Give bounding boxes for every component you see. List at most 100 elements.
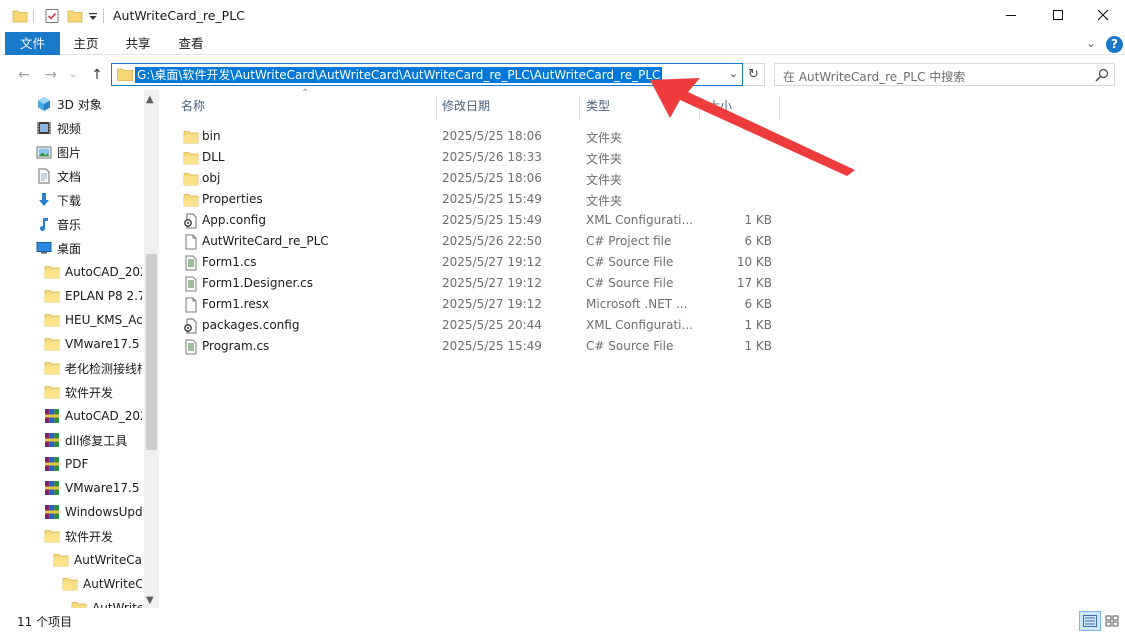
file-row[interactable]: Form1.resx 2025/5/27 19:12 Microsoft .NET …: [180, 294, 780, 315]
file-date: 2025/5/25 18:06: [442, 129, 542, 143]
tab-view[interactable]: 查看: [172, 32, 210, 55]
nav-item[interactable]: 3D 对象: [36, 93, 102, 115]
blank-file-icon: [183, 234, 199, 250]
nav-item[interactable]: 软件开发: [44, 381, 113, 403]
large-icons-view-button[interactable]: [1101, 611, 1123, 631]
file-date: 2025/5/27 19:12: [442, 276, 542, 290]
nav-item-label: 桌面: [57, 241, 82, 256]
details-view-icon: [1083, 615, 1097, 627]
ribbon: 文件 主页 共享 查看 ⌄ ?: [0, 32, 1125, 55]
recent-locations-icon[interactable]: ⌄: [63, 65, 83, 85]
nav-item[interactable]: WindowsUpdate: [44, 501, 142, 523]
help-icon[interactable]: ?: [1106, 36, 1123, 53]
item-count: 11 个项目: [17, 615, 73, 629]
customize-toolbar-icon[interactable]: [88, 7, 98, 25]
up-icon[interactable]: ↑: [87, 65, 107, 85]
file-row[interactable]: App.config 2025/5/25 15:49 XML Configurati…: [180, 210, 780, 231]
scroll-up-icon[interactable]: ▲: [146, 94, 154, 105]
file-name: DLL: [202, 150, 225, 164]
nav-item[interactable]: VMware17.5: [44, 477, 140, 499]
maximize-button[interactable]: [1035, 0, 1081, 30]
config-file-icon: [183, 318, 199, 334]
nav-item-label: 文档: [57, 169, 82, 184]
file-size: 17 KB: [736, 276, 772, 290]
file-date: 2025/5/25 15:49: [442, 213, 542, 227]
address-path[interactable]: G:\桌面\软件开发\AutWriteCard\AutWriteCard\Aut…: [135, 67, 663, 83]
file-row[interactable]: Form1.Designer.cs 2025/5/27 19:12 C# Sourc…: [180, 273, 780, 294]
nav-item[interactable]: dll修复工具: [44, 429, 127, 451]
minimize-icon: [1006, 15, 1016, 16]
nav-item[interactable]: 视频: [36, 117, 81, 139]
nav-item[interactable]: 音乐: [36, 213, 81, 235]
search-icon[interactable]: [1094, 67, 1110, 83]
nav-scrollbar-thumb[interactable]: [146, 254, 157, 450]
scroll-down-icon[interactable]: ▼: [146, 595, 154, 606]
nav-item[interactable]: EPLAN P8 2.7: [44, 285, 142, 307]
file-row[interactable]: Program.cs 2025/5/25 15:49 C# Source File 1…: [180, 336, 780, 357]
file-size: 1 KB: [744, 318, 772, 332]
text-file-icon: [183, 255, 199, 271]
forward-icon[interactable]: →: [41, 65, 61, 85]
file-row[interactable]: packages.config 2025/5/25 20:44 XML Config…: [180, 315, 780, 336]
archive-icon: [44, 504, 60, 520]
properties-icon[interactable]: [44, 7, 60, 25]
nav-item[interactable]: AutWriteCard_re_PLC: [71, 597, 142, 608]
tab-file[interactable]: 文件: [5, 32, 60, 55]
nav-item-label: 图片: [57, 145, 82, 160]
nav-item-label: 3D 对象: [57, 97, 102, 112]
nav-item[interactable]: VMware17.5: [44, 333, 140, 355]
nav-item-label: VMware17.5: [65, 337, 140, 351]
expand-ribbon-icon[interactable]: ⌄: [1086, 36, 1096, 50]
new-folder-icon[interactable]: [67, 7, 83, 25]
annotation-arrow: [650, 78, 855, 176]
download-icon: [36, 192, 52, 208]
nav-item[interactable]: AutWriteCard: [53, 549, 142, 571]
file-name: Form1.Designer.cs: [202, 276, 313, 290]
nav-item-label: HEU_KMS_Activator: [65, 313, 142, 327]
file-row[interactable]: Properties 2025/5/25 15:49 文件夹: [180, 189, 780, 210]
details-view-button[interactable]: [1079, 611, 1101, 631]
nav-item[interactable]: 下载: [36, 189, 81, 211]
nav-item-label: AutWriteCard: [74, 553, 142, 567]
file-row[interactable]: AutWriteCard_re_PLC 2025/5/26 22:50 C# Pro…: [180, 231, 780, 252]
folder-icon: [71, 600, 87, 608]
large-icons-view-icon: [1105, 615, 1119, 627]
column-header-type[interactable]: 类型: [586, 94, 610, 118]
file-row[interactable]: Form1.cs 2025/5/27 19:12 C# Source File 10 …: [180, 252, 780, 273]
back-icon[interactable]: ←: [14, 65, 34, 85]
close-icon: [1097, 9, 1109, 21]
file-type: C# Source File: [586, 339, 674, 353]
column-header-name[interactable]: 名称: [181, 94, 205, 118]
nav-item[interactable]: 软件开发: [44, 525, 113, 547]
nav-item-label: PDF: [65, 457, 89, 471]
tab-home[interactable]: 主页: [67, 32, 105, 55]
navigation-tree: 3D 对象视频图片文档下载音乐桌面 AutoCAD_2024 EPLAN P8 2.…: [0, 90, 142, 608]
nav-item[interactable]: HEU_KMS_Activator: [44, 309, 142, 331]
archive-icon: [44, 432, 60, 448]
file-type: C# Source File: [586, 255, 674, 269]
folder-icon: [183, 150, 199, 165]
file-name: AutWriteCard_re_PLC: [202, 234, 329, 248]
window-title: AutWriteCard_re_PLC: [113, 8, 245, 23]
nav-item[interactable]: AutoCAD_2024: [44, 261, 142, 283]
minimize-button[interactable]: [988, 0, 1034, 30]
nav-item[interactable]: AutoCAD_2024: [44, 405, 142, 427]
folder-icon[interactable]: [12, 7, 28, 25]
navigation-pane[interactable]: 3D 对象视频图片文档下载音乐桌面 AutoCAD_2024 EPLAN P8 2.…: [0, 90, 160, 608]
file-size: 6 KB: [744, 297, 772, 311]
tab-share[interactable]: 共享: [119, 32, 157, 55]
nav-item[interactable]: 文档: [36, 165, 81, 187]
file-date: 2025/5/25 20:44: [442, 318, 542, 332]
file-name: Program.cs: [202, 339, 270, 353]
folder-icon: [183, 192, 199, 207]
pictures-icon: [36, 144, 52, 160]
archive-icon: [44, 456, 60, 472]
nav-item[interactable]: AutWriteCard: [62, 573, 142, 595]
nav-item[interactable]: 老化检测接线柜: [44, 357, 142, 379]
nav-item-label: AutWriteCard_re_PLC: [92, 601, 142, 608]
column-header-date[interactable]: 修改日期: [442, 94, 490, 118]
close-button[interactable]: [1080, 0, 1125, 30]
nav-item[interactable]: PDF: [44, 453, 88, 475]
nav-item[interactable]: 图片: [36, 141, 81, 163]
nav-item[interactable]: 桌面: [36, 237, 81, 259]
